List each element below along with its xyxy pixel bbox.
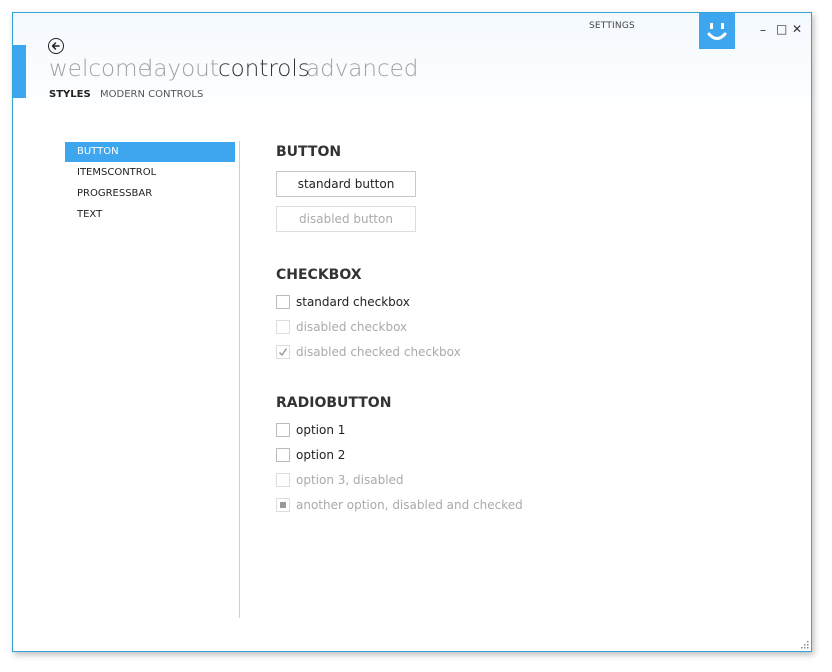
resize-grip-icon[interactable] [799, 639, 809, 649]
radio-label: option 2 [296, 448, 346, 462]
radio-label: option 1 [296, 423, 346, 437]
checkbox-label: disabled checkbox [296, 320, 408, 334]
nav-advanced[interactable]: advanced [306, 56, 418, 82]
disabled-checkbox: disabled checkbox [276, 318, 407, 336]
checkmark-icon [279, 348, 288, 357]
window-title: SETTINGS [589, 21, 635, 31]
radio-option-2[interactable]: option 2 [276, 446, 345, 464]
radio-box [276, 498, 290, 512]
radio-option-disabled-checked: another option, disabled and checked [276, 496, 523, 514]
close-button[interactable]: ✕ [792, 23, 802, 35]
back-button[interactable] [48, 38, 64, 54]
checkbox-label: disabled checked checkbox [296, 345, 461, 359]
settings-window: SETTINGS – □ ✕ welcome layout controls a… [12, 12, 812, 652]
subnav-styles[interactable]: STYLES [49, 89, 91, 100]
disabled-checked-checkbox: disabled checked checkbox [276, 343, 461, 361]
sidebar-item-itemscontrol[interactable]: ITEMSCONTROL [65, 163, 235, 183]
maximize-button[interactable]: □ [776, 23, 787, 35]
sidebar-item-button[interactable]: BUTTON [65, 142, 235, 162]
radio-box [276, 473, 290, 487]
checkbox-box [276, 345, 290, 359]
minimize-button[interactable]: – [760, 24, 766, 36]
checkbox-section-heading: CHECKBOX [276, 267, 362, 283]
standard-button[interactable]: standard button [276, 171, 416, 197]
radio-label: another option, disabled and checked [296, 498, 523, 512]
nav-welcome[interactable]: welcome [49, 56, 152, 82]
smiley-icon [699, 13, 735, 49]
subnav-modern-controls[interactable]: MODERN CONTROLS [100, 89, 203, 100]
disabled-button: disabled button [276, 206, 416, 232]
accent-bar [13, 45, 26, 98]
sidebar-item-progressbar[interactable]: PROGRESSBAR [65, 184, 235, 204]
content-divider [239, 141, 240, 618]
radio-option-3-disabled: option 3, disabled [276, 471, 404, 489]
radio-box[interactable] [276, 423, 290, 437]
radio-option-1[interactable]: option 1 [276, 421, 345, 439]
nav-controls[interactable]: controls [218, 56, 310, 82]
radio-dot-icon [280, 502, 286, 508]
checkbox-box[interactable] [276, 295, 290, 309]
standard-checkbox[interactable]: standard checkbox [276, 293, 410, 311]
radio-box[interactable] [276, 448, 290, 462]
radiobutton-section-heading: RADIOBUTTON [276, 395, 392, 411]
button-section-heading: BUTTON [276, 144, 342, 160]
back-arrow-icon [51, 42, 60, 50]
sidebar-item-text[interactable]: TEXT [65, 205, 235, 225]
checkbox-box [276, 320, 290, 334]
nav-layout[interactable]: layout [147, 56, 219, 82]
checkbox-label: standard checkbox [296, 295, 410, 309]
radio-label: option 3, disabled [296, 473, 404, 487]
